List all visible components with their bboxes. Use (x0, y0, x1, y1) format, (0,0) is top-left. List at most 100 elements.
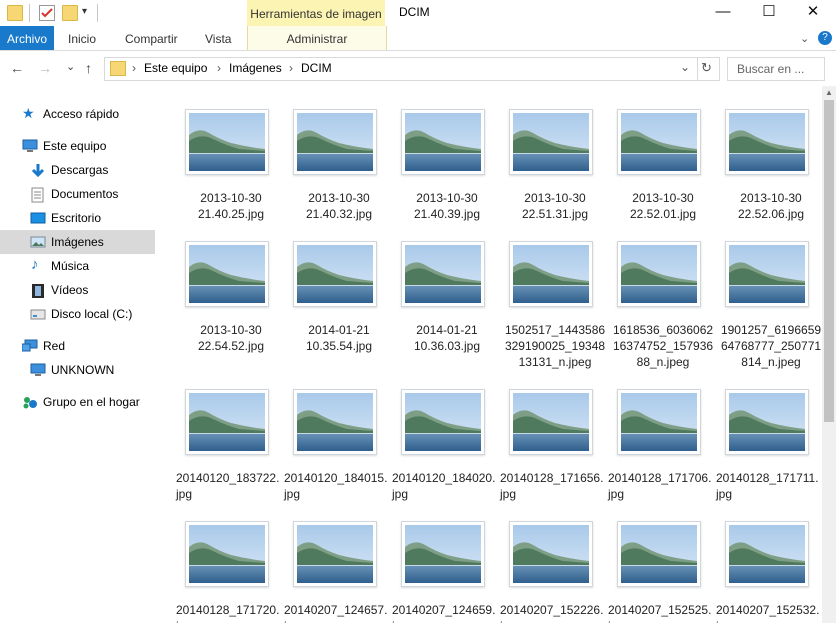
file-item[interactable]: 20140128_171711. jpg (716, 366, 822, 501)
drive-icon (30, 307, 46, 321)
file-item[interactable]: 1901257_6196659 64768777_250771 814_n.jpeg (718, 218, 822, 369)
pictures-icon (30, 235, 46, 249)
context-tab-herramientas[interactable]: Herramientas de imagen (247, 0, 385, 26)
customize-quick-access-icon[interactable]: ▾ (82, 6, 87, 17)
file-item[interactable]: 20140207_152532.jpg (716, 498, 822, 623)
file-name-line: 20140120_184020. (392, 471, 496, 485)
file-item[interactable]: 20140207_152525.jpg (608, 498, 714, 623)
back-button[interactable]: ← (10, 60, 24, 76)
file-name-line: 22.54.52.jpg (197, 339, 265, 353)
address-bar[interactable]: › Este equipo › Imágenes › DCIM ⌄ ↻ (104, 57, 720, 81)
forward-button[interactable]: → (38, 60, 52, 76)
homegroup-icon (22, 395, 37, 409)
help-icon[interactable]: ? (818, 31, 832, 45)
vertical-scrollbar[interactable]: ▲ (822, 86, 836, 623)
folder-icon (7, 5, 23, 21)
file-item[interactable]: 1618536_6036062 16374752_157936 88_n.jpeg (610, 218, 714, 369)
file-item[interactable]: 2013-10-30 22.51.31.jpg (502, 86, 606, 221)
nav-item-documentos[interactable]: Documentos (0, 182, 155, 206)
breadcrumb-sep: › (289, 61, 293, 75)
new-folder-icon[interactable] (62, 5, 78, 21)
refresh-icon[interactable]: ↻ (701, 60, 712, 76)
search-placeholder: Buscar en ... (737, 62, 805, 76)
file-name: 2014-01-21 10.36.03.jpg (392, 322, 502, 354)
image-thumbnail (293, 389, 377, 455)
breadcrumb-dcim[interactable]: DCIM (301, 61, 332, 75)
file-item[interactable]: 2013-10-30 22.54.52.jpg (178, 218, 282, 353)
image-thumbnail (725, 241, 809, 307)
search-input[interactable]: Buscar en ... (727, 57, 825, 81)
file-item[interactable]: 2013-10-30 22.52.01.jpg (610, 86, 714, 221)
tab-inicio[interactable]: Inicio (68, 26, 96, 50)
desktop-icon (30, 211, 46, 225)
file-item[interactable]: 2014-01-21 10.36.03.jpg (394, 218, 498, 353)
nav-item-escritorio[interactable]: Escritorio (0, 206, 155, 230)
file-name-line: 20140207_152532. (716, 603, 820, 617)
address-dropdown-icon[interactable]: ⌄ (680, 60, 690, 74)
nav-item-descargas[interactable]: Descargas (0, 158, 155, 182)
image-thumbnail (509, 389, 593, 455)
image-thumbnail (401, 241, 485, 307)
file-name-line: 16374752_157936 (612, 339, 714, 353)
file-item[interactable]: 2013-10-30 21.40.39.jpg (394, 86, 498, 221)
file-item[interactable]: 20140207_124657.jpg (284, 498, 390, 623)
nav-item-disco-local[interactable]: Disco local (C:) (0, 302, 155, 326)
image-thumbnail (293, 109, 377, 175)
file-name-line: 2013-10-30 (524, 191, 586, 205)
file-name: 20140207_124659.jpg (392, 602, 502, 623)
file-item[interactable]: 2013-10-30 21.40.32.jpg (286, 86, 390, 221)
file-item[interactable]: 2013-10-30 22.52.06.jpg (718, 86, 822, 221)
file-item[interactable]: 20140120_184015. jpg (284, 366, 390, 501)
file-item[interactable]: 2013-10-30 21.40.25.jpg (178, 86, 282, 221)
file-name-line: 329190025_19348 (504, 339, 606, 353)
nav-item-musica[interactable]: ♪ Música (0, 254, 155, 278)
file-item[interactable]: 20140120_183722. jpg (176, 366, 282, 501)
file-item[interactable]: 20140128_171706. jpg (608, 366, 714, 501)
file-item[interactable]: 20140128_171656. jpg (500, 366, 606, 501)
image-thumbnail (401, 389, 485, 455)
nav-item-imagenes[interactable]: Imágenes (0, 230, 155, 254)
divider (697, 58, 698, 80)
file-name: 20140128_171720.jpg (176, 602, 286, 623)
file-item[interactable]: 2014-01-21 10.35.54.jpg (286, 218, 390, 353)
tab-archivo[interactable]: Archivo (0, 26, 54, 50)
breadcrumb-imagenes[interactable]: Imágenes (229, 61, 282, 75)
image-thumbnail (509, 109, 593, 175)
image-thumbnail (617, 389, 701, 455)
scroll-thumb[interactable] (824, 100, 834, 422)
file-name-line: jpg (392, 618, 502, 623)
file-item[interactable]: 20140128_171720.jpg (176, 498, 282, 623)
tab-administrar[interactable]: Administrar (247, 26, 387, 50)
close-button[interactable]: ✕ (790, 0, 836, 24)
nav-item-este-equipo[interactable]: Este equipo (0, 134, 155, 158)
file-name: 2014-01-21 10.35.54.jpg (284, 322, 394, 354)
nav-item-acceso-rapido[interactable]: ★ Acceso rápido (0, 102, 155, 126)
nav-item-unknown[interactable]: UNKNOWN (0, 358, 155, 382)
file-name-line: 20140120_183722. (176, 471, 280, 485)
tab-compartir[interactable]: Compartir (125, 26, 178, 50)
scroll-up-icon[interactable]: ▲ (825, 88, 833, 97)
file-name-line: 2013-10-30 (200, 323, 262, 337)
nav-item-grupo-hogar[interactable]: Grupo en el hogar (0, 390, 155, 414)
file-item[interactable]: 1502517_1443586 329190025_19348 13131_n.jp… (502, 218, 606, 369)
breadcrumb-este-equipo[interactable]: Este equipo (144, 61, 207, 75)
image-thumbnail (293, 521, 377, 587)
maximize-button[interactable]: ☐ (746, 0, 792, 24)
up-button[interactable]: ↑ (85, 60, 92, 76)
file-item[interactable]: 20140207_124659.jpg (392, 498, 498, 623)
file-name-line: 20140207_124657. (284, 603, 388, 617)
tab-vista[interactable]: Vista (205, 26, 231, 50)
nav-item-videos[interactable]: Vídeos (0, 278, 155, 302)
nav-item-red[interactable]: Red (0, 334, 155, 358)
properties-icon[interactable] (39, 5, 55, 21)
file-item[interactable]: 20140207_152226.jpg (500, 498, 606, 623)
divider (97, 4, 98, 22)
file-name-line: 10.36.03.jpg (413, 339, 481, 353)
expand-ribbon-icon[interactable]: ⌄ (800, 26, 809, 50)
minimize-button[interactable]: — (700, 0, 746, 24)
file-item[interactable]: 20140120_184020. jpg (392, 366, 498, 501)
nav-label: Red (43, 339, 66, 353)
image-thumbnail (617, 109, 701, 175)
recent-locations-icon[interactable]: ⌄ (66, 60, 75, 73)
address-toolbar: ← → ⌄ ↑ › Este equipo › Imágenes › DCIM … (0, 51, 836, 85)
